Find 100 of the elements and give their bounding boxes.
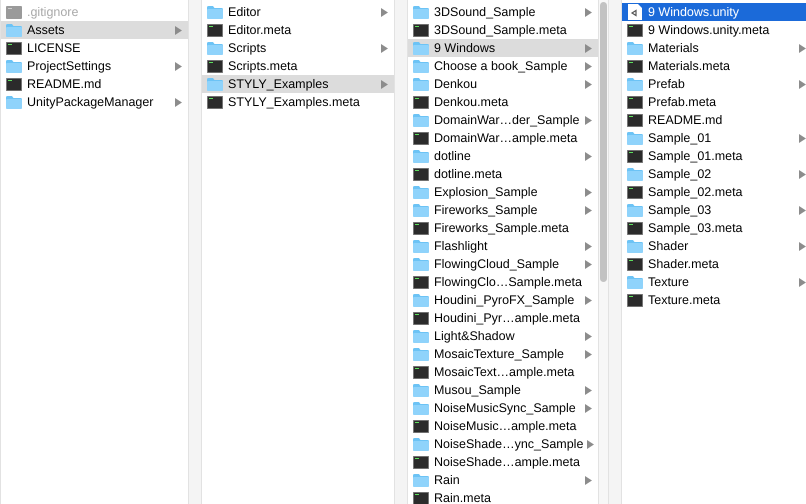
file-row[interactable]: Editor.meta [202, 21, 394, 39]
file-row[interactable]: UnityPackageManager [1, 93, 188, 111]
file-name: Texture.meta [648, 292, 722, 309]
folder-icon [207, 42, 223, 54]
file-name: LICENSE [27, 40, 82, 57]
file-row[interactable]: Sample_03.meta [622, 219, 806, 237]
file-row[interactable]: Fireworks_Sample.meta [408, 219, 598, 237]
file-row[interactable]: Prefab [622, 75, 806, 93]
file-row[interactable]: Sample_02.meta [622, 183, 806, 201]
file-row[interactable]: README.md [622, 111, 806, 129]
file-row[interactable]: Texture [622, 273, 806, 291]
file-row[interactable]: LICENSE [1, 39, 188, 57]
file-row[interactable]: 9 Windows [408, 39, 598, 57]
file-row[interactable]: STYLY_Examples [202, 75, 394, 93]
file-row[interactable]: Sample_01 [622, 129, 806, 147]
folder-icon [627, 78, 643, 90]
file-row[interactable]: 3DSound_Sample [408, 3, 598, 21]
disclosure-arrow-icon [799, 134, 806, 142]
file-row[interactable]: NoiseShade…ample.meta [408, 453, 598, 471]
disclosure-arrow-icon [585, 296, 592, 304]
file-name: Scripts.meta [228, 58, 298, 75]
file-icon [6, 6, 22, 18]
terminal-file-icon [627, 96, 643, 108]
file-name: DomainWar…der_Sample [434, 112, 580, 129]
file-row[interactable]: Explosion_Sample [408, 183, 598, 201]
terminal-file-icon [413, 222, 429, 234]
file-row[interactable]: Sample_01.meta [622, 147, 806, 165]
file-row[interactable]: NoiseMusic…ample.meta [408, 417, 598, 435]
file-name: Scripts [228, 40, 268, 57]
unity-file-icon [628, 4, 642, 20]
file-row[interactable]: DomainWar…ample.meta [408, 129, 598, 147]
file-name: 3DSound_Sample.meta [434, 22, 568, 39]
file-row[interactable]: NoiseShade…ync_Sample [408, 435, 598, 453]
folder-icon [413, 258, 429, 270]
file-name: Editor [228, 4, 262, 21]
file-row[interactable]: Materials [622, 39, 806, 57]
file-row[interactable]: ProjectSettings [1, 57, 188, 75]
file-row[interactable]: Shader [622, 237, 806, 255]
folder-icon [627, 132, 643, 144]
file-row[interactable]: Denkou.meta [408, 93, 598, 111]
file-row[interactable]: FlowingClo…Sample.meta [408, 273, 598, 291]
file-name: Fireworks_Sample.meta [434, 220, 570, 237]
file-name: Prefab.meta [648, 94, 718, 111]
file-row[interactable]: Scripts [202, 39, 394, 57]
file-row[interactable]: Texture.meta [622, 291, 806, 309]
file-name: dotline.meta [434, 166, 504, 183]
file-row[interactable]: Rain [408, 471, 598, 489]
file-name: .gitignore [27, 4, 80, 21]
file-row[interactable]: Rain.meta [408, 489, 598, 504]
file-row[interactable]: Flashlight [408, 237, 598, 255]
file-row[interactable]: Musou_Sample [408, 381, 598, 399]
file-row[interactable]: MosaicTexture_Sample [408, 345, 598, 363]
file-row[interactable]: Houdini_Pyr…ample.meta [408, 309, 598, 327]
file-row[interactable]: Prefab.meta [622, 93, 806, 111]
file-row[interactable]: 3DSound_Sample.meta [408, 21, 598, 39]
file-row[interactable]: STYLY_Examples.meta [202, 93, 394, 111]
file-name: NoiseShade…ample.meta [434, 454, 581, 471]
file-row[interactable]: Editor [202, 3, 394, 21]
file-name: Sample_02.meta [648, 184, 744, 201]
folder-icon [207, 78, 223, 90]
file-row[interactable]: DomainWar…der_Sample [408, 111, 598, 129]
file-row[interactable]: NoiseMusicSync_Sample [408, 399, 598, 417]
folder-icon [413, 294, 429, 306]
folder-icon [6, 24, 22, 36]
file-row[interactable]: Light&Shadow [408, 327, 598, 345]
disclosure-arrow-icon [175, 98, 182, 106]
disclosure-arrow-icon [175, 62, 182, 70]
terminal-file-icon [627, 24, 643, 36]
file-row[interactable]: Sample_03 [622, 201, 806, 219]
file-name: DomainWar…ample.meta [434, 130, 578, 147]
scrollbar-thumb[interactable] [600, 2, 607, 282]
file-row[interactable]: 9 Windows.unity [622, 3, 806, 21]
file-row[interactable]: Assets [1, 21, 188, 39]
folder-icon [413, 114, 429, 126]
file-name: Denkou [434, 76, 478, 93]
folder-icon [413, 330, 429, 342]
file-row[interactable]: README.md [1, 75, 188, 93]
file-row[interactable]: Shader.meta [622, 255, 806, 273]
terminal-file-icon [413, 312, 429, 324]
disclosure-arrow-icon [585, 152, 592, 160]
file-row[interactable]: Materials.meta [622, 57, 806, 75]
file-name: NoiseMusic…ample.meta [434, 418, 578, 435]
terminal-file-icon [413, 96, 429, 108]
file-name: ProjectSettings [27, 58, 112, 75]
file-row[interactable]: dotline [408, 147, 598, 165]
terminal-file-icon [627, 150, 643, 162]
file-row[interactable]: FlowingCloud_Sample [408, 255, 598, 273]
terminal-file-icon [627, 186, 643, 198]
file-row[interactable]: Choose a book_Sample [408, 57, 598, 75]
file-name: Fireworks_Sample [434, 202, 539, 219]
file-row[interactable]: Fireworks_Sample [408, 201, 598, 219]
terminal-file-icon [413, 366, 429, 378]
file-row[interactable]: MosaicText…ample.meta [408, 363, 598, 381]
file-row[interactable]: Denkou [408, 75, 598, 93]
file-row[interactable]: Houdini_PyroFX_Sample [408, 291, 598, 309]
file-row[interactable]: dotline.meta [408, 165, 598, 183]
file-row[interactable]: Sample_02 [622, 165, 806, 183]
file-row[interactable]: Scripts.meta [202, 57, 394, 75]
file-row[interactable]: 9 Windows.unity.meta [622, 21, 806, 39]
terminal-file-icon [627, 222, 643, 234]
